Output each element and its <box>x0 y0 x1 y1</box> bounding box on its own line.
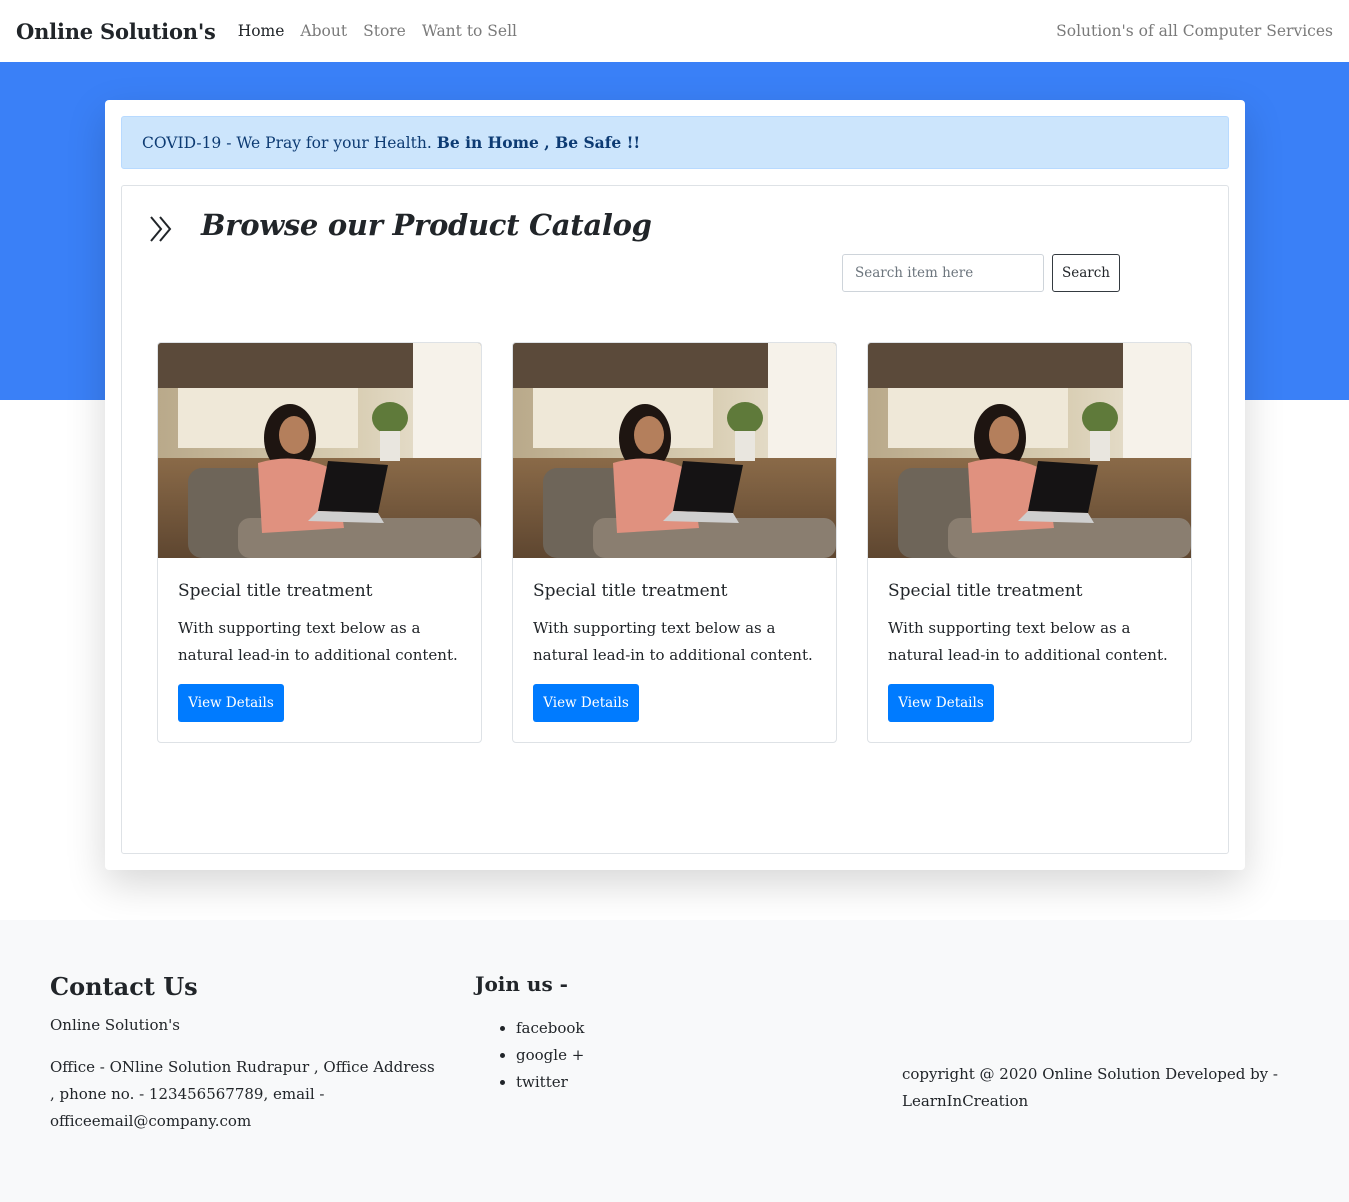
catalog-section: Browse our Product Catalog Search item h… <box>121 185 1229 854</box>
view-details-button[interactable]: View Details <box>533 684 639 722</box>
copyright-text: copyright @ 2020 Online Solution Develop… <box>902 1065 1278 1110</box>
social-link-google-plus[interactable]: google + <box>516 1042 585 1069</box>
contact-address: Office - ONline Solution Rudrapur , Offi… <box>50 1058 435 1130</box>
card-text: With supporting text below as a natural … <box>533 619 813 664</box>
view-details-button[interactable]: View Details <box>178 684 284 722</box>
social-links-list: facebook google + twitter <box>516 1015 585 1096</box>
view-details-button[interactable]: View Details <box>888 684 994 722</box>
product-card: Special title treatment With supporting … <box>867 342 1192 743</box>
alert-text: COVID-19 - We Pray for your Health. <box>142 133 432 152</box>
nav-link-home[interactable]: Home <box>238 22 285 40</box>
contact-name: Online Solution's <box>50 1016 180 1034</box>
brand-logo[interactable]: Online Solution's <box>16 19 216 44</box>
woman-with-laptop-photo <box>868 343 1191 558</box>
product-card: Special title treatment With supporting … <box>157 342 482 743</box>
search-button[interactable]: Search <box>1052 254 1120 292</box>
nav-link-about[interactable]: About <box>300 22 347 40</box>
navbar-tagline: Solution's of all Computer Services <box>1056 22 1333 40</box>
navbar: Online Solution's Home About Store Want … <box>0 0 1349 62</box>
card-title: Special title treatment <box>533 581 728 601</box>
catalog-title: Browse our Product Catalog <box>201 208 652 242</box>
join-title: Join us - <box>475 972 568 996</box>
social-link-facebook[interactable]: facebook <box>516 1015 585 1042</box>
main-card: COVID-19 - We Pray for your Health. Be i… <box>105 100 1245 870</box>
nav-link-store[interactable]: Store <box>363 22 406 40</box>
contact-title: Contact Us <box>50 972 198 1001</box>
social-link-twitter[interactable]: twitter <box>516 1069 585 1096</box>
alert-bold-text: Be in Home , Be Safe !! <box>436 133 641 152</box>
double-chevron-right-icon <box>150 216 172 242</box>
card-text: With supporting text below as a natural … <box>888 619 1168 664</box>
woman-with-laptop-photo <box>158 343 481 558</box>
covid-alert: COVID-19 - We Pray for your Health. Be i… <box>121 116 1229 169</box>
footer: Contact Us Online Solution's Office - ON… <box>0 920 1349 1202</box>
card-title: Special title treatment <box>178 581 373 601</box>
card-text: With supporting text below as a natural … <box>178 619 458 664</box>
nav-link-want-to-sell[interactable]: Want to Sell <box>422 22 517 40</box>
search-input[interactable] <box>842 254 1044 292</box>
product-card: Special title treatment With supporting … <box>512 342 837 743</box>
card-title: Special title treatment <box>888 581 1083 601</box>
woman-with-laptop-photo <box>513 343 836 558</box>
